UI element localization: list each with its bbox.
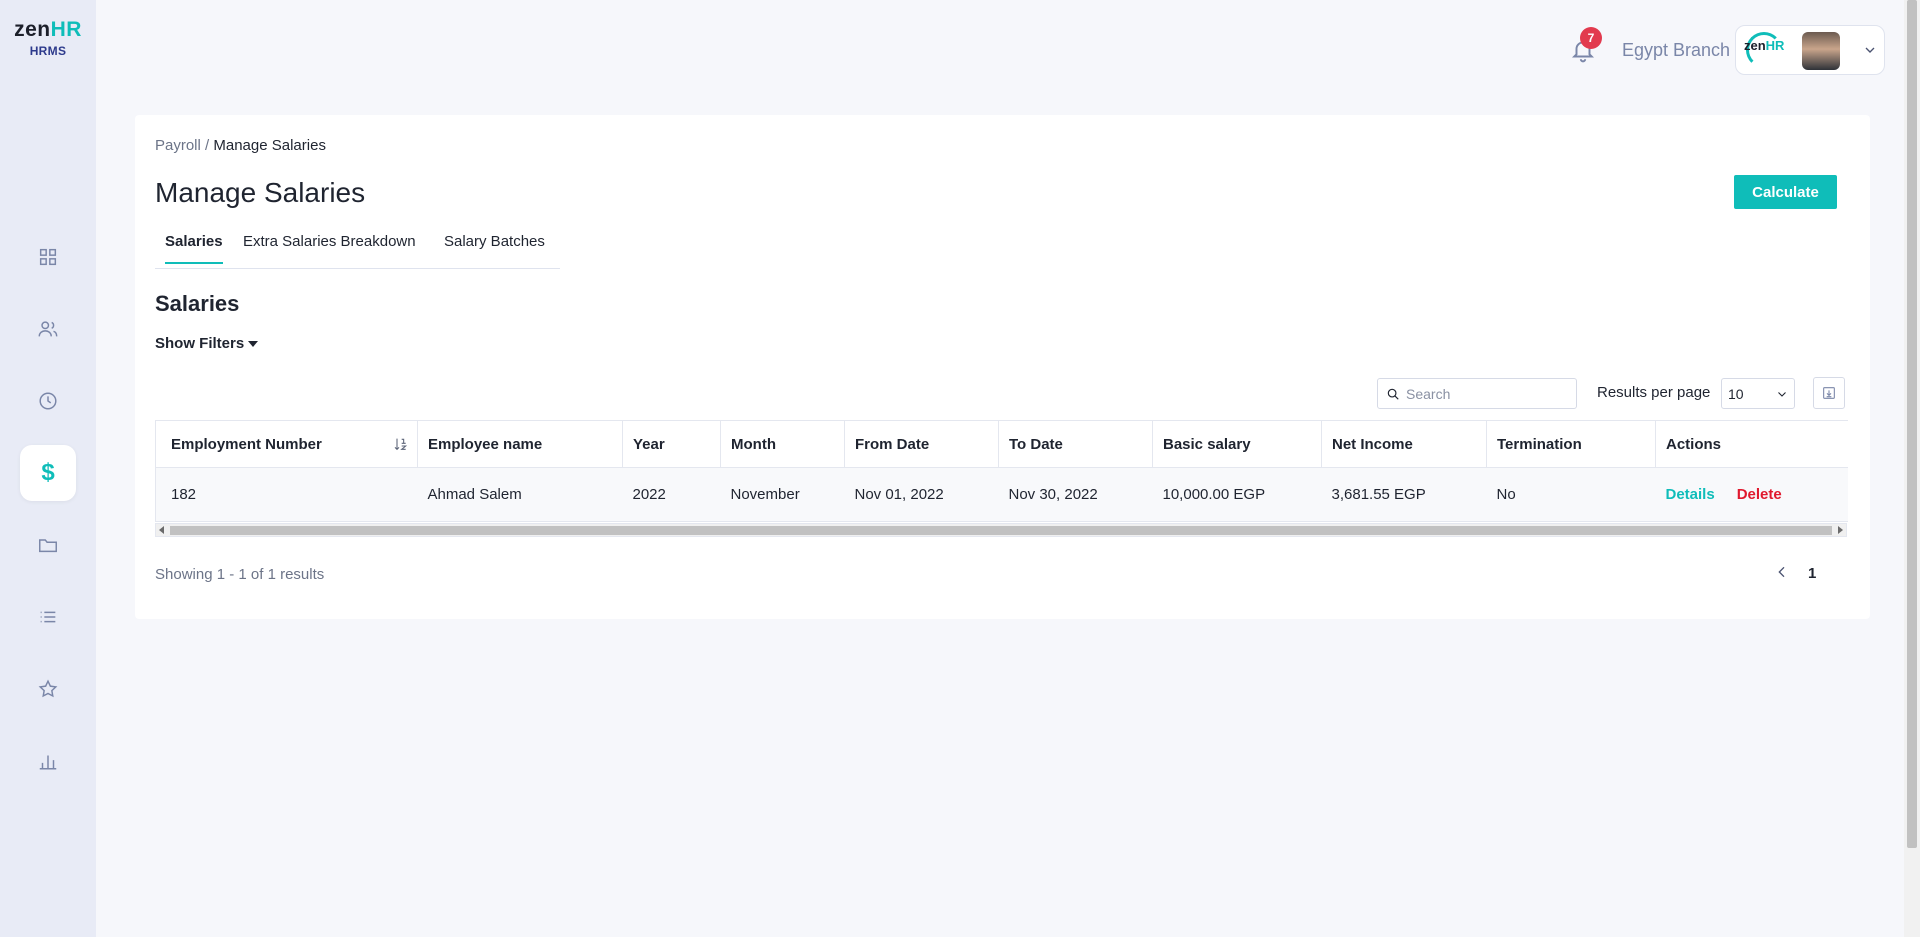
column-header-month[interactable]: Month <box>720 420 845 468</box>
sidebar-item-requests[interactable] <box>20 589 76 645</box>
column-header-basic-salary[interactable]: Basic salary <box>1152 420 1322 468</box>
column-header-termination[interactable]: Termination <box>1486 420 1656 468</box>
logo-main: zen <box>14 18 51 41</box>
sidebar: zenHR HRMS $ <box>0 0 96 937</box>
export-button[interactable] <box>1813 377 1845 409</box>
tabs: Salaries Extra Salaries Breakdown Salary… <box>155 225 560 269</box>
breadcrumb: Payroll / Manage Salaries <box>155 137 326 154</box>
zenhr-logo[interactable]: zenHR HRMS <box>12 18 84 58</box>
main-card: Payroll / Manage Salaries Manage Salarie… <box>135 115 1870 619</box>
user-menu[interactable]: zenHR <box>1735 25 1885 75</box>
cell-year: 2022 <box>622 467 721 522</box>
download-icon <box>1823 387 1835 399</box>
breadcrumb-current: Manage Salaries <box>213 137 326 154</box>
cell-month: November <box>720 467 845 522</box>
results-per-page-value: 10 <box>1728 385 1744 402</box>
sidebar-item-employees[interactable] <box>20 301 76 357</box>
search-icon <box>1387 388 1399 400</box>
page-vertical-scrollbar[interactable] <box>1904 0 1920 937</box>
sidebar-item-reports[interactable] <box>20 733 76 789</box>
column-header-actions: Actions <box>1655 420 1848 468</box>
breadcrumb-separator: / <box>200 137 214 154</box>
sidebar-item-dashboard[interactable] <box>20 229 76 285</box>
company-logo-accent: HR <box>1765 38 1785 53</box>
caret-down-icon <box>248 341 259 348</box>
logo-accent: HR <box>50 18 82 41</box>
page-scrollbar-thumb[interactable] <box>1907 0 1917 848</box>
branch-label[interactable]: Egypt Branch <box>1622 40 1730 61</box>
column-header-net-income[interactable]: Net Income <box>1321 420 1487 468</box>
breadcrumb-payroll[interactable]: Payroll <box>155 137 201 154</box>
delete-link[interactable]: Delete <box>1737 486 1782 503</box>
column-header-employee-name[interactable]: Employee name <box>417 420 623 468</box>
search-input[interactable] <box>1406 385 1566 402</box>
scrollbar-thumb[interactable] <box>170 526 1832 535</box>
details-link[interactable]: Details <box>1666 486 1715 503</box>
company-logo: zenHR <box>1744 38 1784 53</box>
tab-salary-batches[interactable]: Salary Batches <box>444 233 545 262</box>
logo-subtitle: HRMS <box>29 44 67 58</box>
column-header-to-date[interactable]: To Date <box>998 420 1153 468</box>
sidebar-item-documents[interactable] <box>20 517 76 573</box>
results-per-page-select[interactable]: 10 <box>1721 378 1795 409</box>
list-icon <box>40 611 56 623</box>
sidebar-item-attendance[interactable] <box>20 373 76 429</box>
cell-from-date: Nov 01, 2022 <box>844 467 999 522</box>
column-header-employment-number[interactable]: Employment Number <box>155 420 418 468</box>
page-title: Manage Salaries <box>155 177 366 208</box>
users-icon <box>38 321 58 337</box>
chevron-left-icon <box>1778 566 1785 578</box>
cell-net-income: 3,681.55 EGP <box>1321 467 1487 522</box>
notification-badge: 7 <box>1580 27 1602 49</box>
sidebar-item-payroll[interactable]: $ <box>20 445 76 501</box>
calculate-button[interactable]: Calculate <box>1734 175 1837 209</box>
sidebar-item-performance[interactable] <box>20 661 76 717</box>
results-per-page-label: Results per page <box>1597 384 1711 401</box>
tab-salaries[interactable]: Salaries <box>165 233 223 264</box>
scroll-left-arrow[interactable] <box>159 526 164 534</box>
cell-to-date: Nov 30, 2022 <box>998 467 1153 522</box>
sort-icon[interactable] <box>393 436 409 456</box>
dollar-icon: $ <box>41 459 55 486</box>
company-logo-main: zen <box>1744 38 1766 53</box>
folder-icon <box>39 539 57 553</box>
cell-employment-number: 182 <box>155 467 418 522</box>
page-number-current[interactable]: 1 <box>1808 565 1816 582</box>
clock-icon <box>39 392 57 410</box>
table-row: 182 Ahmad Salem 2022 November Nov 01, 20… <box>155 467 1848 522</box>
salaries-table: Employment Number Employee name Year Mon… <box>155 420 1848 522</box>
show-filters-label: Show Filters <box>155 335 245 352</box>
salaries-table-container: Employment Number Employee name Year Mon… <box>155 420 1848 522</box>
show-filters-toggle[interactable]: Show Filters <box>155 335 259 352</box>
table-header-row: Employment Number Employee name Year Mon… <box>155 420 1848 468</box>
previous-page-button[interactable] <box>1774 564 1790 585</box>
star-icon <box>38 679 58 698</box>
avatar <box>1802 32 1840 70</box>
cell-basic-salary: 10,000.00 EGP <box>1152 467 1322 522</box>
chevron-down-icon <box>1862 42 1878 63</box>
dashboard-icon <box>39 248 57 266</box>
scroll-right-arrow[interactable] <box>1838 526 1843 534</box>
tab-extra-salaries-breakdown[interactable]: Extra Salaries Breakdown <box>243 233 416 262</box>
search-field[interactable] <box>1377 378 1577 409</box>
table-horizontal-scrollbar[interactable] <box>155 523 1847 537</box>
column-header-year[interactable]: Year <box>622 420 721 468</box>
cell-employee-name: Ahmad Salem <box>417 467 623 522</box>
chevron-down-icon <box>1778 391 1786 397</box>
column-header-from-date[interactable]: From Date <box>844 420 999 468</box>
column-label: Employment Number <box>171 435 322 453</box>
section-title: Salaries <box>155 291 240 316</box>
cell-actions: Details Delete <box>1655 467 1848 522</box>
bar-chart-icon <box>39 755 57 770</box>
results-summary: Showing 1 - 1 of 1 results <box>155 566 325 583</box>
cell-termination: No <box>1486 467 1656 522</box>
